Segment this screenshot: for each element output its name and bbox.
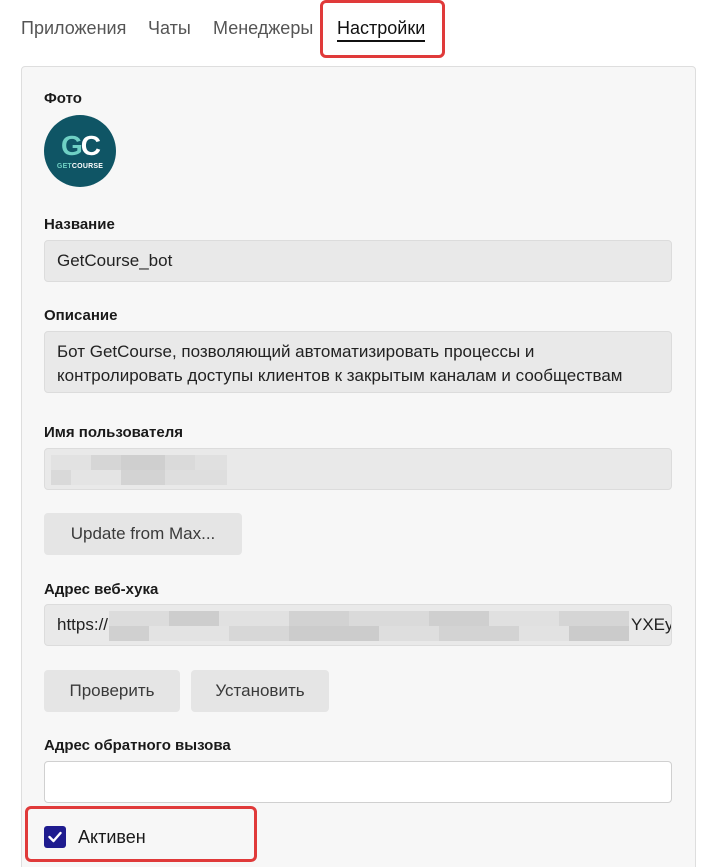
- tab-managers[interactable]: Менеджеры: [213, 18, 313, 39]
- callback-input[interactable]: [44, 761, 672, 803]
- tab-chats[interactable]: Чаты: [148, 18, 191, 39]
- username-label: Имя пользователя: [44, 424, 183, 441]
- check-button[interactable]: Проверить: [44, 670, 180, 712]
- tab-settings-highlight: [320, 0, 445, 58]
- description-label: Описание: [44, 307, 118, 324]
- getcourse-logo-text: GETCOURSE: [56, 163, 104, 170]
- username-redacted: [51, 455, 227, 485]
- getcourse-logo: GC: [60, 130, 101, 161]
- tab-applications[interactable]: Приложения: [21, 18, 126, 39]
- description-field[interactable]: Бот GetCourse, позволяющий автоматизиров…: [44, 331, 672, 393]
- webhook-prefix: https://: [57, 615, 109, 634]
- webhook-redacted: [109, 611, 629, 641]
- callback-label: Адрес обратного вызова: [44, 737, 231, 754]
- name-field[interactable]: GetCourse_bot: [44, 240, 672, 282]
- bot-avatar: GC GETCOURSE: [44, 115, 116, 187]
- name-label: Название: [44, 216, 115, 233]
- photo-label: Фото: [44, 90, 82, 107]
- install-button[interactable]: Установить: [191, 670, 329, 712]
- webhook-field[interactable]: https:// YXEy: [44, 604, 672, 646]
- active-checkbox-highlight: [25, 806, 257, 862]
- username-field[interactable]: [44, 448, 672, 490]
- webhook-label: Адрес веб-хука: [44, 581, 159, 598]
- webhook-suffix: YXEy: [631, 615, 672, 634]
- update-from-max-button[interactable]: Update from Max...: [44, 513, 242, 555]
